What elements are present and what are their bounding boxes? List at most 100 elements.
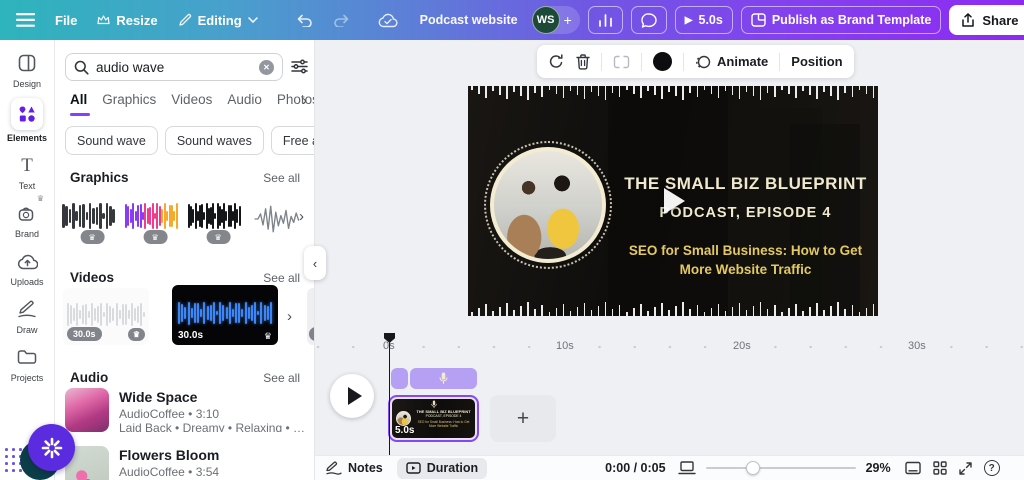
- editing-mode-menu[interactable]: Editing: [172, 13, 264, 28]
- elements-icon: [19, 106, 35, 122]
- videos-see-all-link[interactable]: See all: [263, 271, 300, 285]
- position-button[interactable]: Position: [791, 54, 842, 69]
- audio-title: Audio: [70, 370, 109, 385]
- elements-panel: ✕ All Graphics Videos Audio Photos › Sou…: [55, 40, 315, 480]
- zoom-slider-handle[interactable]: [746, 461, 761, 475]
- chevron-down-icon: [247, 17, 258, 23]
- podcast-hosts-photo[interactable]: [490, 147, 606, 263]
- tab-videos[interactable]: Videos: [171, 92, 212, 107]
- tab-photos[interactable]: Photos: [277, 92, 314, 107]
- text-icon: T: [21, 154, 33, 176]
- tab-audio[interactable]: Audio: [227, 92, 262, 107]
- audio-tick-waveform-top: [468, 86, 878, 100]
- main-menu-button[interactable]: [10, 13, 41, 27]
- search-box[interactable]: ✕: [65, 53, 283, 81]
- tab-all[interactable]: All: [70, 92, 87, 107]
- playhead-line[interactable]: [388, 341, 391, 456]
- canvas-text-block: THE SMALL BIZ BLUEPRINT PODCAST, EPISODE…: [623, 174, 868, 280]
- preview-play-button[interactable]: ▶ 5.0s: [674, 6, 733, 34]
- canvas-description-text[interactable]: SEO for Small Business: How to Get More …: [623, 242, 868, 280]
- add-page-button[interactable]: +: [490, 395, 556, 442]
- crown-badge-icon: ♛: [36, 194, 44, 203]
- undo-button[interactable]: [290, 14, 319, 27]
- animate-button[interactable]: Animate: [695, 54, 768, 69]
- audio-track-wide-space[interactable]: Wide Space AudioCoffee • 3:10 Laid Back …: [65, 388, 307, 432]
- chip-free-audio[interactable]: Free audio›: [270, 126, 314, 155]
- waveform-graphic-colorful[interactable]: ♛: [123, 192, 180, 244]
- video-thumb-partial[interactable]: 30: [307, 288, 314, 345]
- sidebar-item-elements[interactable]: Elements: [0, 98, 54, 143]
- canvas-video-frame[interactable]: THE SMALL BIZ BLUEPRINT PODCAST, EPISODE…: [468, 86, 878, 316]
- publish-brand-template-button[interactable]: Publish as Brand Template: [740, 6, 942, 34]
- timeline-play-button[interactable]: [330, 374, 374, 418]
- audio-artwork: [65, 388, 109, 432]
- chip-sound-wave[interactable]: Sound wave: [65, 126, 158, 155]
- track-title: Wide Space: [119, 389, 198, 405]
- audio-track-flowers-bloom[interactable]: Flowers Bloom AudioCoffee • 3:54: [65, 446, 307, 480]
- waveform-graphic-scribble[interactable]: [249, 192, 306, 244]
- share-button[interactable]: Share: [949, 5, 1024, 35]
- sidebar-label: Design: [12, 79, 41, 89]
- tab-graphics[interactable]: Graphics: [102, 92, 156, 107]
- waveform-graphic-beads[interactable]: ♛: [60, 192, 117, 244]
- waveform-graphic-dense[interactable]: ♛: [186, 192, 243, 244]
- replace-button[interactable]: [548, 53, 565, 70]
- timeline-video-clip-selected[interactable]: THE SMALL BIZ BLUEPRINT PODCAST, EPISODE…: [388, 395, 479, 442]
- chip-sound-waves[interactable]: Sound waves: [164, 126, 264, 155]
- comments-button[interactable]: [630, 6, 667, 34]
- audio-clip-segment[interactable]: [410, 368, 477, 389]
- audio-see-all-link[interactable]: See all: [263, 371, 300, 385]
- document-title[interactable]: Podcast website: [420, 13, 518, 27]
- canvas-title-text[interactable]: THE SMALL BIZ BLUEPRINT: [623, 174, 868, 194]
- collaborators-pill[interactable]: WS +: [531, 6, 580, 34]
- insights-button[interactable]: [587, 6, 623, 34]
- sidebar-item-projects[interactable]: Projects: [0, 344, 54, 383]
- monitor-icon: [904, 461, 921, 475]
- graphics-title: Graphics: [70, 170, 129, 185]
- zoom-slider[interactable]: [705, 461, 856, 475]
- expand-icon: [958, 461, 972, 475]
- tabs-scroll-chevron-icon[interactable]: ›: [302, 92, 307, 109]
- avatar[interactable]: WS: [531, 6, 560, 34]
- redo-button[interactable]: [327, 14, 356, 27]
- trash-icon: [576, 53, 590, 70]
- help-button[interactable]: ?: [983, 460, 1000, 476]
- sidebar-item-brand[interactable]: ♛ Brand: [0, 194, 54, 239]
- sidebar-item-uploads[interactable]: Uploads: [0, 248, 54, 287]
- color-swatch-black[interactable]: [653, 52, 672, 71]
- grid-view-button[interactable]: [932, 461, 947, 475]
- filter-button[interactable]: [291, 59, 308, 74]
- fullscreen-button[interactable]: [958, 461, 972, 475]
- videos-scroll-chevron-icon[interactable]: ›: [287, 308, 292, 325]
- track-tags: Laid Back • Dreamy • Relaxing • Romantic…: [119, 420, 307, 433]
- clear-search-button[interactable]: ✕: [259, 59, 274, 75]
- add-collaborator-button[interactable]: +: [564, 12, 572, 28]
- cloud-save-status[interactable]: [372, 13, 404, 28]
- flip-button-disabled[interactable]: [613, 55, 630, 69]
- pro-crown-badge: ♛: [127, 328, 145, 341]
- file-menu[interactable]: File: [49, 13, 83, 28]
- graphics-scroll-chevron-icon[interactable]: ›: [299, 208, 304, 225]
- graphics-see-all-link[interactable]: See all: [263, 171, 300, 185]
- sidebar-item-text[interactable]: T Text: [0, 152, 54, 192]
- delete-button[interactable]: [576, 53, 590, 70]
- search-input[interactable]: [96, 59, 252, 75]
- device-preview-button[interactable]: [677, 461, 696, 475]
- redo-icon: [333, 14, 348, 27]
- canvas-play-overlay-icon[interactable]: [664, 188, 685, 214]
- audio-clip-segment[interactable]: [391, 368, 408, 389]
- toolbar-divider: [683, 52, 684, 71]
- duration-button[interactable]: Duration: [396, 457, 488, 479]
- video-thumb-light-waveform[interactable]: 30.0s ♛: [63, 288, 149, 345]
- notes-button[interactable]: Notes: [326, 461, 383, 475]
- present-view-button[interactable]: [904, 461, 921, 475]
- canvas-subtitle-text[interactable]: PODCAST, EPISODE 4: [623, 205, 868, 221]
- timeline-audio-clip[interactable]: [391, 368, 477, 389]
- panel-collapse-button[interactable]: ‹: [304, 246, 326, 280]
- resize-menu[interactable]: Resize: [91, 13, 163, 28]
- sidebar-item-design[interactable]: Design: [0, 50, 54, 89]
- sidebar-item-draw[interactable]: Draw: [0, 296, 54, 335]
- timeline-ruler[interactable]: 0s 10s 20s 30s: [315, 339, 1024, 355]
- video-thumb-blue-waveform[interactable]: 30.0s ♛: [172, 285, 278, 345]
- canva-assistant-button[interactable]: [28, 424, 75, 471]
